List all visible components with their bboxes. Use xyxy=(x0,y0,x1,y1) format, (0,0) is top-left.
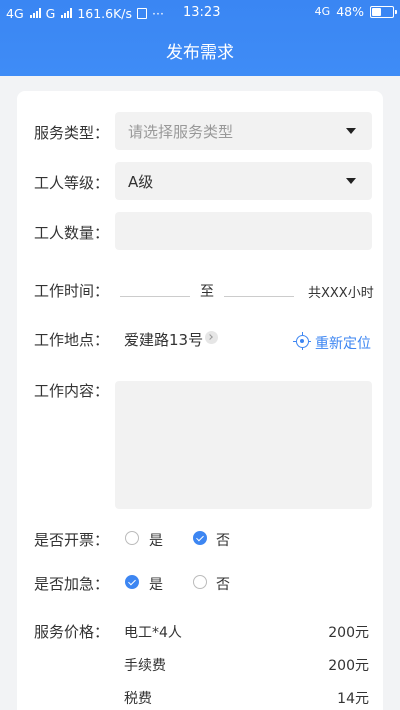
urgent-no-radio[interactable] xyxy=(193,575,207,589)
signal-icon-2 xyxy=(61,8,73,18)
invoice-yes-label: 是 xyxy=(149,533,163,549)
total-hours: 共XXX小时 xyxy=(308,286,374,301)
battery-percent: 48% xyxy=(336,4,364,19)
worker-count-input[interactable] xyxy=(115,212,372,250)
network-label: 4G xyxy=(6,5,24,21)
signal-icon xyxy=(29,8,41,18)
worker-count-label: 工人数量： xyxy=(34,224,110,242)
price-item-name: 税费 xyxy=(124,691,152,707)
price-item-name: 手续费 xyxy=(124,658,166,674)
battery-fill xyxy=(372,7,381,16)
worker-level-label: 工人等级： xyxy=(34,174,110,192)
price-item-amount: 200元 xyxy=(328,625,369,641)
sim-icon xyxy=(137,7,148,19)
urgent-yes-label: 是 xyxy=(149,577,163,593)
locate-icon[interactable] xyxy=(293,332,311,350)
urgent-yes-radio[interactable] xyxy=(125,575,139,589)
start-time-input[interactable] xyxy=(120,296,190,297)
worker-level-value: A级 xyxy=(128,172,154,191)
chevron-right-icon[interactable] xyxy=(205,331,218,344)
service-type-select[interactable]: 请选择服务类型 xyxy=(115,112,372,150)
price-item-amount: 200元 xyxy=(328,658,369,674)
app-header: 4G G 161.6K/s ··· 13:23 4G 48% 发布需求 xyxy=(0,0,400,76)
service-type-placeholder: 请选择服务类型 xyxy=(128,122,234,141)
clock: 13:23 xyxy=(183,5,221,20)
price-item-name: 电工*4人 xyxy=(124,625,182,641)
work-time-label: 工作时间： xyxy=(34,282,110,300)
work-content-label: 工作内容： xyxy=(34,382,110,400)
worker-level-select[interactable]: A级 xyxy=(115,162,372,200)
end-time-input[interactable] xyxy=(224,296,294,297)
battery-icon xyxy=(370,5,397,18)
service-type-label: 服务类型： xyxy=(34,124,110,142)
time-to-label: 至 xyxy=(200,284,214,300)
location-value[interactable]: 爱建路13号 xyxy=(124,329,203,350)
invoice-no-label: 否 xyxy=(216,533,230,549)
more-dots: ··· xyxy=(152,5,164,21)
invoice-yes-radio[interactable] xyxy=(125,531,139,545)
work-location-label: 工作地点： xyxy=(34,331,110,349)
work-content-textarea[interactable] xyxy=(115,381,372,509)
network-label-2: G xyxy=(45,5,56,21)
network-label-3: 4G xyxy=(314,5,331,18)
page-title: 发布需求 xyxy=(166,43,234,63)
invoice-label: 是否开票： xyxy=(34,531,110,549)
price-label: 服务价格： xyxy=(34,623,110,641)
invoice-no-radio[interactable] xyxy=(193,531,207,545)
urgent-label: 是否加急： xyxy=(34,575,110,593)
price-item-amount: 14元 xyxy=(337,691,369,707)
status-bar: 4G G 161.6K/s ··· 13:23 4G 48% xyxy=(0,0,400,26)
urgent-no-label: 否 xyxy=(216,577,230,593)
relocate-button[interactable]: 重新定位 xyxy=(315,333,371,353)
dropdown-caret-icon xyxy=(346,128,356,134)
dropdown-caret-icon xyxy=(346,178,356,184)
net-speed: 161.6K/s xyxy=(77,5,133,21)
